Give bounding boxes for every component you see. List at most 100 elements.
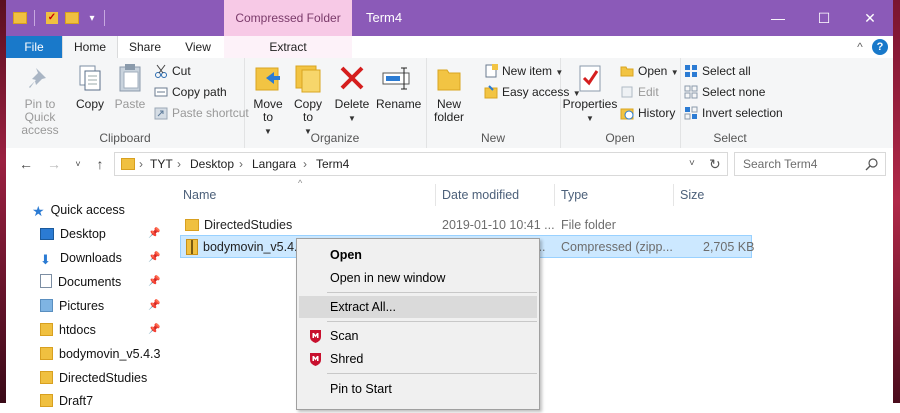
collapse-ribbon-icon[interactable]: ^	[852, 36, 868, 58]
close-button[interactable]: ✕	[847, 0, 893, 36]
nav-item-desktop[interactable]: Desktop	[40, 222, 106, 246]
back-arrow-icon[interactable]: ←	[18, 156, 34, 172]
select-all-label: Select all	[702, 64, 751, 78]
address-bar[interactable]: › TYT › Desktop › Langara › Term4 ˅ ↻	[114, 152, 728, 176]
nav-item-draft7[interactable]: Draft7	[40, 389, 93, 413]
forward-arrow-icon[interactable]: →	[46, 156, 62, 172]
open-folder-icon	[620, 64, 634, 78]
nav-item-pictures[interactable]: Pictures	[40, 294, 104, 318]
breadcrumb-tyt[interactable]: TYT	[150, 153, 173, 175]
pictures-icon	[40, 299, 53, 312]
divider	[34, 10, 35, 26]
clipboard-group-label: Clipboard	[99, 131, 151, 145]
menu-item-scan[interactable]: Scan	[299, 325, 537, 347]
file-name: DirectedStudies	[204, 218, 293, 232]
cut-label: Cut	[172, 64, 191, 78]
minimize-button[interactable]: —	[755, 0, 801, 36]
invert-selection-button[interactable]: Invert selection	[684, 104, 783, 122]
nav-item-label: Downloads	[60, 251, 122, 265]
delete-button[interactable]: Delete ▼	[332, 62, 372, 125]
new-folder-label: New folder	[433, 97, 465, 124]
divider	[104, 10, 105, 26]
desktop-background-right	[892, 0, 900, 403]
copy-to-label: Copy to	[293, 97, 322, 124]
file-type: Compressed (zipp...	[561, 240, 673, 254]
address-dropdown-chevron-icon[interactable]: ˅	[689, 153, 695, 175]
nav-item-directedstudies[interactable]: DirectedStudies	[40, 366, 147, 390]
open-group: Properties ▼ Open ▼ Edit History Open	[560, 58, 681, 148]
title-bar[interactable]: ✓ ▾ Compressed Folder Tools Term4 — ☐ ✕	[6, 0, 893, 61]
refresh-icon[interactable]: ↻	[709, 153, 721, 175]
cut-button[interactable]: Cut	[154, 62, 191, 80]
pin-quick-access-button[interactable]: Pin to Quick access	[10, 62, 70, 137]
column-header-type[interactable]: Type	[561, 183, 588, 207]
column-divider[interactable]	[673, 184, 674, 206]
column-header-size[interactable]: Size	[680, 183, 704, 207]
customize-quick-access-icon[interactable]: ▾	[84, 10, 100, 26]
copy-path-icon	[154, 85, 168, 99]
nav-item-htdocs[interactable]: htdocs	[40, 318, 96, 342]
nav-item-documents[interactable]: Documents	[40, 270, 121, 294]
nav-item-downloads[interactable]: ⬇ Downloads	[40, 246, 122, 270]
new-folder-quick-icon[interactable]	[64, 10, 80, 26]
history-button[interactable]: History	[620, 104, 675, 122]
properties-button[interactable]: Properties ▼	[562, 62, 618, 125]
menu-item-pin-to-start[interactable]: Pin to Start	[299, 378, 537, 400]
folder-icon	[121, 158, 135, 170]
copy-icon	[74, 62, 106, 94]
breadcrumb-separator-icon: ›	[303, 157, 307, 171]
select-all-button[interactable]: Select all	[684, 62, 751, 80]
download-arrow-icon: ⬇	[40, 252, 51, 267]
new-folder-button[interactable]: New folder	[430, 62, 468, 124]
document-icon	[40, 274, 52, 288]
menu-item-label: Scan	[330, 329, 359, 343]
sort-indicator-icon: ^	[298, 178, 303, 188]
folder-icon	[40, 371, 53, 384]
select-none-button[interactable]: Select none	[684, 83, 765, 101]
copy-button[interactable]: Copy	[72, 62, 108, 111]
menu-item-open[interactable]: Open	[299, 244, 537, 266]
tab-share[interactable]: Share	[118, 36, 172, 58]
menu-item-label: Open	[330, 248, 362, 262]
tab-file[interactable]: File	[6, 36, 62, 58]
table-row[interactable]: DirectedStudies 2019-01-10 10:41 ... Fil…	[180, 214, 750, 236]
mcafee-shield-icon	[310, 330, 321, 343]
organize-group: Move to ▼ Copy to ▼ Delete ▼ Rename Orga…	[244, 58, 427, 148]
nav-item-label: Pictures	[59, 299, 105, 313]
new-item-button[interactable]: New item ▼	[484, 62, 563, 80]
edit-button[interactable]: Edit	[620, 83, 659, 101]
paste-shortcut-button[interactable]: Paste shortcut	[154, 104, 249, 122]
column-divider[interactable]	[435, 184, 436, 206]
nav-item-label: DirectedStudies	[59, 371, 148, 385]
properties-check-icon[interactable]: ✓	[44, 10, 60, 26]
column-header-date[interactable]: Date modified	[442, 183, 519, 207]
recent-locations-chevron-icon[interactable]: ˅	[70, 156, 86, 172]
rename-button[interactable]: Rename	[376, 62, 421, 111]
copy-to-button[interactable]: Copy to ▼	[290, 62, 326, 138]
search-box[interactable]: Search Term4	[734, 152, 886, 176]
breadcrumb-desktop[interactable]: Desktop	[190, 153, 234, 175]
column-divider[interactable]	[554, 184, 555, 206]
paste-button[interactable]: Paste	[112, 62, 148, 111]
up-arrow-icon[interactable]: ↑	[92, 156, 108, 172]
tab-view[interactable]: View	[172, 36, 224, 58]
menu-item-shred[interactable]: Shred	[299, 348, 537, 370]
tab-home[interactable]: Home	[62, 36, 118, 59]
column-header-name[interactable]: Name	[183, 183, 216, 207]
breadcrumb-term4[interactable]: Term4	[316, 153, 349, 175]
move-to-button[interactable]: Move to ▼	[250, 62, 286, 138]
nav-quick-access[interactable]: ★ Quick access	[32, 198, 125, 222]
new-item-label: New item	[502, 64, 553, 78]
help-icon[interactable]: ?	[872, 39, 888, 55]
pin-icon	[24, 62, 56, 94]
open-button[interactable]: Open ▼	[620, 62, 679, 80]
nav-item-bodymovin[interactable]: bodymovin_v5.4.3	[40, 342, 160, 366]
copy-path-button[interactable]: Copy path	[154, 83, 227, 101]
menu-item-open-new-window[interactable]: Open in new window	[299, 267, 537, 289]
desktop-icon	[40, 228, 54, 240]
breadcrumb-langara[interactable]: Langara	[252, 153, 296, 175]
menu-item-extract-all[interactable]: Extract All...	[299, 296, 537, 318]
maximize-button[interactable]: ☐	[801, 0, 847, 36]
tab-extract[interactable]: Extract	[224, 36, 352, 58]
delete-x-icon	[336, 62, 368, 94]
